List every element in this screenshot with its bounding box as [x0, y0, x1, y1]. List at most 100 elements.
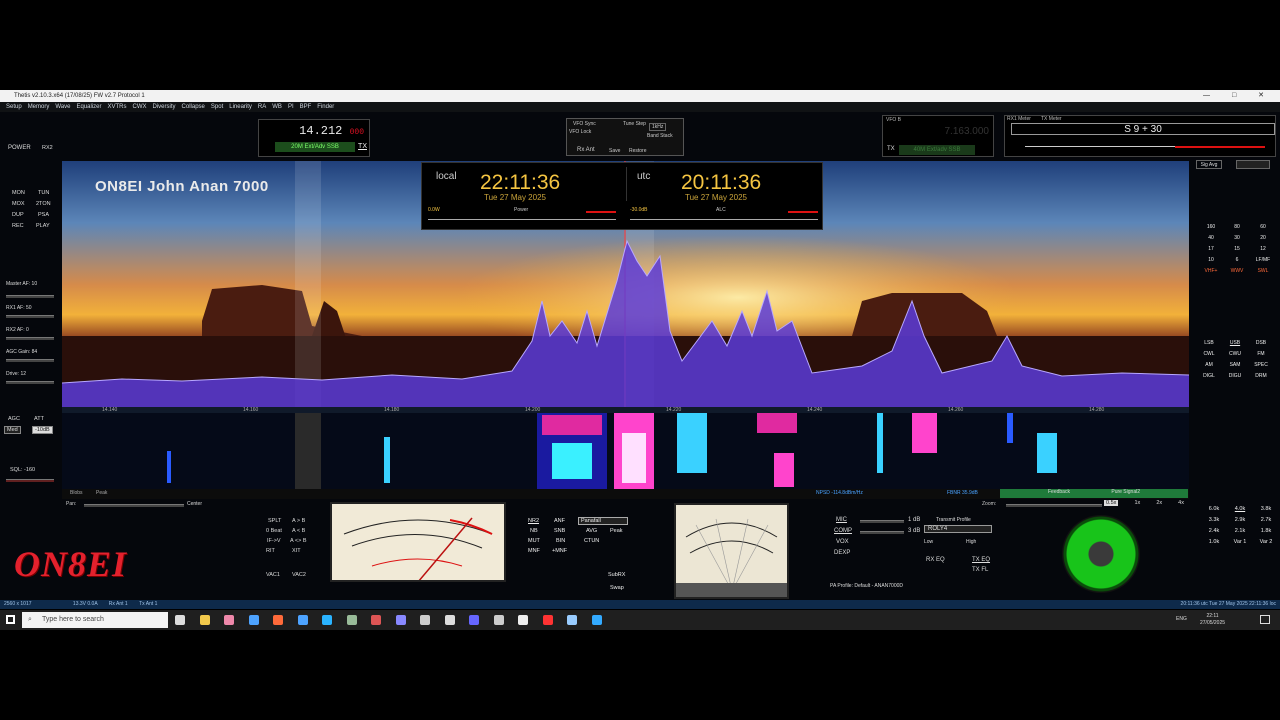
dup-button[interactable]: DUP	[12, 212, 24, 218]
menu-item-finder[interactable]: Finder	[317, 102, 334, 112]
taskbar-search[interactable]: ⌕ Type here to search	[22, 612, 168, 628]
band-button-160[interactable]: 160	[1200, 224, 1222, 230]
band-button-lf-mf[interactable]: LF/MF	[1252, 257, 1274, 263]
band-button-swl[interactable]: SWL	[1252, 268, 1274, 274]
mon-button[interactable]: MON	[12, 190, 25, 196]
peak-button[interactable]: Peak	[610, 528, 623, 534]
mode-button-usb[interactable]: USB	[1224, 340, 1246, 346]
vfo-b-tx-indicator[interactable]: TX	[887, 146, 895, 152]
psa-button[interactable]: PSA	[38, 212, 49, 218]
save-button[interactable]: Save	[609, 148, 620, 154]
agc-gain-slider[interactable]	[6, 359, 54, 362]
restore-button[interactable]: Restore	[629, 148, 647, 154]
vfo-sync-button[interactable]: VFO Sync	[573, 121, 596, 127]
band-button-60[interactable]: 60	[1252, 224, 1274, 230]
taskbar-app-icon[interactable]	[493, 615, 504, 625]
taskbar-app-icon[interactable]	[224, 615, 234, 625]
menu-item-cwx[interactable]: CWX	[133, 102, 147, 112]
menu-item-collapse[interactable]: Collapse	[182, 102, 205, 112]
band-button-15[interactable]: 15	[1226, 246, 1248, 252]
band-button-40[interactable]: 40	[1200, 235, 1222, 241]
menu-item-diversity[interactable]: Diversity	[153, 102, 176, 112]
band-button-17[interactable]: 17	[1200, 246, 1222, 252]
menu-item-wb[interactable]: WB	[272, 102, 282, 112]
mic-slider[interactable]	[860, 520, 904, 523]
filter-button-3-8k[interactable]: 3.8k	[1254, 506, 1278, 512]
band-button-80[interactable]: 80	[1226, 224, 1248, 230]
taskbar-app-icon[interactable]	[518, 615, 528, 625]
filter-button-var-2[interactable]: Var 2	[1254, 539, 1278, 545]
two-tone-button[interactable]: 2TON	[36, 201, 51, 207]
taskbar-app-icon[interactable]	[199, 615, 210, 625]
nr2-button[interactable]: NR2	[528, 518, 539, 524]
menu-item-ra[interactable]: RA	[258, 102, 266, 112]
tx-fl-button[interactable]: TX FL	[972, 567, 988, 573]
mute-button[interactable]: MUT	[528, 538, 540, 544]
taskbar-app-icon[interactable]	[395, 615, 406, 625]
b-to-a-button[interactable]: A < B	[292, 528, 305, 534]
master-af-slider[interactable]	[6, 295, 54, 298]
zoom-1x[interactable]: 1x	[1134, 500, 1140, 506]
vfo-a-frequency[interactable]: 14.212 000	[299, 124, 364, 138]
peak-toggle[interactable]: Peak	[96, 490, 107, 496]
mode-button-digu[interactable]: DIGU	[1224, 373, 1246, 379]
nb-button[interactable]: NB	[530, 528, 538, 534]
menu-item-memory[interactable]: Memory	[28, 102, 50, 112]
mode-button-cwl[interactable]: CWL	[1198, 351, 1220, 357]
swap-button[interactable]: Swap	[610, 585, 624, 591]
taskbar-app-icon[interactable]	[248, 615, 259, 625]
menu-item-linearity[interactable]: Linearity	[229, 102, 252, 112]
taskbar-app-icon[interactable]	[371, 615, 381, 625]
filter-button-2-1k[interactable]: 2.1k	[1228, 528, 1252, 534]
mode-button-drm[interactable]: DRM	[1250, 373, 1272, 379]
taskbar-app-icon[interactable]	[469, 615, 479, 625]
comp-button[interactable]: COMP	[834, 528, 852, 534]
bin-button[interactable]: BIN	[556, 538, 565, 544]
ctun-button[interactable]: CTUN	[584, 538, 599, 544]
blobs-toggle[interactable]: Blobs	[70, 490, 83, 496]
filter-button-3-3k[interactable]: 3.3k	[1202, 517, 1226, 523]
rec-button[interactable]: REC	[12, 223, 24, 229]
filter-button-4-0k[interactable]: 4.0k	[1228, 506, 1252, 512]
menu-item-setup[interactable]: Setup	[6, 102, 22, 112]
filter-button-var-1[interactable]: Var 1	[1228, 539, 1252, 545]
filter-button-1-8k[interactable]: 1.8k	[1254, 528, 1278, 534]
power-button[interactable]: POWER	[8, 145, 31, 151]
zoom-2x[interactable]: 2x	[1156, 500, 1162, 506]
anf-button[interactable]: ANF	[554, 518, 565, 524]
taskbar-app-icon[interactable]	[542, 615, 553, 625]
mode-button-dsb[interactable]: DSB	[1250, 340, 1272, 346]
vfo-a-tx-indicator[interactable]: TX	[358, 143, 367, 150]
tun-button[interactable]: TUN	[38, 190, 49, 196]
vox-button[interactable]: VOX	[836, 539, 849, 545]
display-mode-select[interactable]: Panafall	[578, 517, 628, 525]
mode-button-spec[interactable]: SPEC	[1250, 362, 1272, 368]
mode-button-cwu[interactable]: CWU	[1224, 351, 1246, 357]
xit-button[interactable]: XIT	[292, 548, 301, 554]
filter-button-1-0k[interactable]: 1.0k	[1202, 539, 1226, 545]
taskbar-app-icon[interactable]	[346, 615, 357, 625]
agc-mode-select[interactable]: Med	[4, 426, 21, 434]
rx-eq-button[interactable]: RX EQ	[926, 557, 945, 563]
filter-button-2-4k[interactable]: 2.4k	[1202, 528, 1226, 534]
taskbar-app-icon[interactable]	[322, 615, 332, 625]
taskbar-app-icon[interactable]	[567, 615, 577, 625]
filter-button-2-9k[interactable]: 2.9k	[1228, 517, 1252, 523]
meter-mode-select[interactable]: Sig Avg	[1196, 160, 1222, 169]
menu-item-wave[interactable]: Wave	[55, 102, 70, 112]
taskbar-app-icon[interactable]	[175, 615, 185, 625]
tx-eq-button[interactable]: TX EQ	[972, 557, 990, 563]
menu-item-pi[interactable]: PI	[288, 102, 294, 112]
mode-button-am[interactable]: AM	[1198, 362, 1220, 368]
taskbar-app-icon[interactable]	[444, 615, 455, 625]
mode-button-digl[interactable]: DIGL	[1198, 373, 1220, 379]
filter-button-6-0k[interactable]: 6.0k	[1202, 506, 1226, 512]
center-button[interactable]: Center	[187, 501, 202, 507]
zoom-0.5x[interactable]: 0.5x	[1104, 500, 1119, 506]
band-button-vhf-[interactable]: VHF+	[1200, 268, 1222, 274]
taskbar-app-icon[interactable]	[297, 615, 308, 625]
drive-slider[interactable]	[6, 381, 54, 384]
waterfall-display[interactable]	[62, 413, 1189, 489]
snb-button[interactable]: SNB	[554, 528, 565, 534]
taskbar-clock[interactable]: 22:11 27/05/2025	[1200, 613, 1225, 627]
